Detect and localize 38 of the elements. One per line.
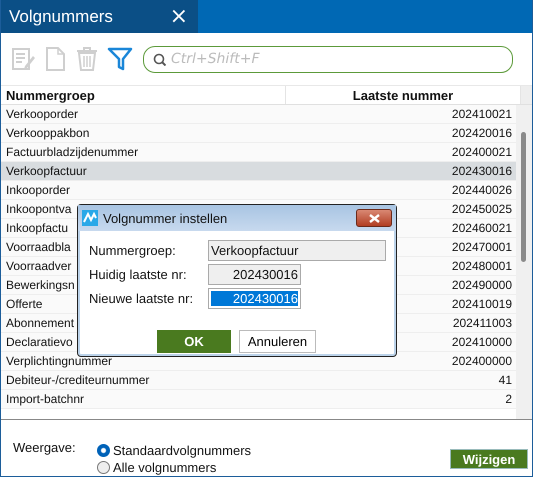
table-cell: 202490000 <box>452 278 512 292</box>
table-cell: Bewerkingsn <box>6 278 75 292</box>
table-cell: Factuurbladzijdenummer <box>6 145 138 159</box>
window-title: Volgnummers <box>9 6 113 26</box>
table-cell: Inkooporder <box>6 183 70 197</box>
table-cell: 202450025 <box>452 202 512 216</box>
table-cell: Voorraadver <box>6 259 72 273</box>
table-cell: 41 <box>498 373 512 387</box>
field-label: Nummergroep: <box>89 243 177 258</box>
table-cell: Debiteur-/crediteurnummer <box>6 373 150 387</box>
table-cell: Abonnement <box>6 316 74 330</box>
table-cell: 202480001 <box>452 259 512 273</box>
table-cell: 202430016 <box>452 164 512 178</box>
table-cell: 202400021 <box>452 145 512 159</box>
table-cell: Offerte <box>6 297 42 311</box>
table-cell: Verkooporder <box>6 107 78 121</box>
table-cell: Import-batchnr <box>6 392 84 406</box>
table-cell: Inkoopfactu <box>6 221 68 235</box>
table-cell: Verkooppakbon <box>6 126 90 140</box>
field-label: Nieuwe laatste nr: <box>89 291 194 306</box>
table-cell: 202400000 <box>452 354 512 368</box>
table-cell: Verplichtingnummer <box>6 354 112 368</box>
table-cell: 202411003 <box>452 316 512 330</box>
table-cell: 202460021 <box>452 221 512 235</box>
field-label: Huidig laatste nr: <box>89 267 188 282</box>
table-cell: 202410021 <box>452 107 512 121</box>
view-label: Weergave: <box>13 440 77 455</box>
table-cell: Declaratievo <box>6 335 73 349</box>
table-cell: Verkoopfactuur <box>6 164 87 178</box>
table-cell: 202440026 <box>452 183 512 197</box>
table-cell: Inkoopontva <box>6 202 72 216</box>
table-cell: 202410000 <box>452 335 512 349</box>
table-cell: 2 <box>505 392 512 406</box>
dialog-title: Volgnummer instellen <box>103 210 228 226</box>
table-cell: 202420016 <box>452 126 512 140</box>
table-cell: Voorraadbla <box>6 240 71 254</box>
table-cell: 202410019 <box>452 297 512 311</box>
table-cell: 202470001 <box>452 240 512 254</box>
